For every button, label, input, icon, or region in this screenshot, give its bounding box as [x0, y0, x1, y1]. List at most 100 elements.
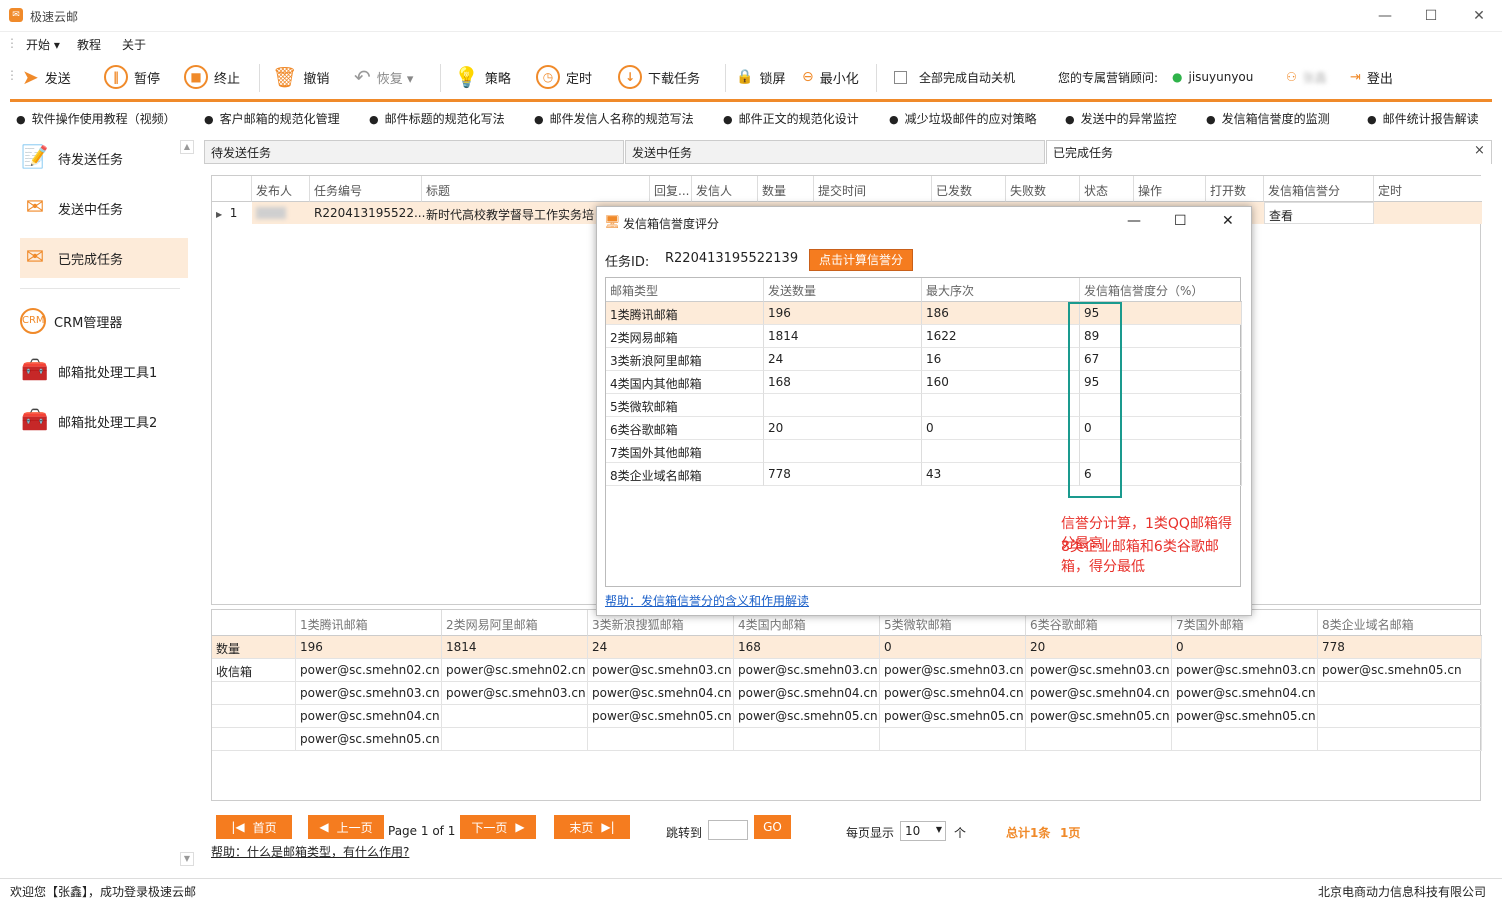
last-page-icon: ▶| [601, 820, 615, 834]
column-header[interactable]: 发布人 [252, 176, 310, 202]
toolbar-divider [440, 64, 441, 92]
column-header[interactable]: 打开数 [1206, 176, 1264, 202]
mailbox-type-cell: 7类国外其他邮箱 [606, 440, 764, 463]
advisor-wechat[interactable]: ● jisuyunyou [1172, 56, 1253, 98]
sidebar-scroll-up[interactable]: ▲ [180, 140, 194, 154]
sidebar: 📝 待发送任务 ✉ 发送中任务 ✉ 已完成任务 CRM CRM管理器 🧰 邮箱批处理工具1… [8, 138, 196, 868]
tab-sending[interactable]: 发送中任务 [625, 140, 1045, 164]
download-task-button[interactable]: ↓ 下载任务 [618, 56, 700, 98]
send-button[interactable]: ➤ 发送 [22, 56, 71, 98]
column-header [212, 176, 252, 202]
tab-pending[interactable]: 待发送任务 [204, 140, 624, 164]
stats-cell [588, 728, 734, 751]
stats-cell [734, 728, 880, 751]
reputation-cell: 160 [922, 371, 1080, 394]
sidebar-scroll-down[interactable]: ▼ [180, 852, 194, 866]
column-header[interactable]: 操作 [1134, 176, 1206, 202]
menu-about[interactable]: 关于 [122, 36, 146, 53]
column-header[interactable]: 数量 [758, 176, 814, 202]
toolbar-divider [876, 64, 877, 92]
prev-page-button[interactable]: ◀ 上一页 [308, 815, 384, 839]
view-link[interactable]: 查看 [1264, 202, 1374, 224]
user-info[interactable]: ⚇ 张鑫 [1286, 56, 1327, 98]
tab-completed[interactable]: 已完成任务 [1046, 140, 1492, 164]
close-button[interactable]: ✕ [1466, 6, 1492, 26]
reputation-cell: 0 [922, 417, 1080, 440]
minimize-button[interactable]: — [1372, 6, 1398, 26]
sidebar-item-crm[interactable]: CRM CRM管理器 [20, 301, 188, 341]
link-sender-name[interactable]: 邮件发信人名称的规范写法 [534, 110, 694, 127]
column-header: 2类网易阿里邮箱 [442, 610, 588, 636]
pause-button[interactable]: ‖ 暂停 [104, 56, 160, 98]
task-id-label: 任务ID: [605, 255, 650, 270]
link-subject-writing[interactable]: 邮件标题的规范化写法 [369, 110, 505, 127]
column-header[interactable]: 状态 [1080, 176, 1134, 202]
row-label [212, 705, 296, 728]
column-header[interactable]: 标题 [422, 176, 650, 202]
download-icon: ↓ [618, 65, 642, 89]
column-header[interactable]: 定时 [1374, 176, 1482, 202]
lock-screen-button[interactable]: 🔒 锁屏 [736, 56, 785, 98]
column-header[interactable]: 发信人 [692, 176, 758, 202]
dialog-minimize-button[interactable]: — [1127, 213, 1141, 229]
calculate-score-button[interactable]: 点击计算信誉分 [809, 249, 913, 271]
menu-start[interactable]: 开始 ▾ [26, 36, 60, 53]
per-page-select[interactable]: 10 ▼ [900, 821, 946, 841]
row-expander[interactable]: ▶ 1 [212, 202, 252, 224]
column-header[interactable]: 已发数 [932, 176, 1006, 202]
link-spam-strategy[interactable]: 减少垃圾邮件的应对策略 [889, 110, 1037, 127]
link-body-design[interactable]: 邮件正文的规范化设计 [723, 110, 859, 127]
sidebar-item-sending[interactable]: ✉ 发送中任务 [20, 188, 188, 228]
lock-icon: 🔒 [736, 69, 754, 85]
auto-shutdown-checkbox[interactable]: 全部完成自动关机 [894, 56, 1015, 98]
stats-cell [442, 705, 588, 728]
sidebar-item-tool1[interactable]: 🧰 邮箱批处理工具1 [20, 351, 188, 391]
sidebar-item-tool2[interactable]: 🧰 邮箱批处理工具2 [20, 401, 188, 441]
total-count: 总计1条 [1006, 826, 1051, 840]
reputation-cell: 1622 [922, 325, 1080, 348]
menu-tutorial[interactable]: 教程 [77, 36, 101, 53]
reputation-help-link[interactable]: 帮助：发信箱信誉分的含义和作用解读 [605, 592, 809, 609]
mailbox-type-cell: 4类国内其他邮箱 [606, 371, 764, 394]
minimize-app-button[interactable]: ⊖ 最小化 [802, 56, 859, 98]
redo-button[interactable]: ↶ 恢复 ▾ [354, 56, 413, 98]
first-page-button[interactable]: |◀ 首页 [216, 815, 292, 839]
sidebar-item-completed[interactable]: ✉ 已完成任务 [20, 238, 188, 278]
stats-cell: power@sc.smehn03.cn [734, 659, 880, 682]
mailbox-type-help-link[interactable]: 帮助：什么是邮箱类型，有什么作用? [211, 843, 409, 860]
link-mailbox-management[interactable]: 客户邮箱的规范化管理 [204, 110, 340, 127]
user-icon: ⚇ [1286, 70, 1297, 84]
sidebar-item-pending[interactable]: 📝 待发送任务 [20, 138, 188, 178]
strategy-button[interactable]: 💡 策略 [454, 56, 511, 98]
stats-cell: power@sc.smehn04.cn [734, 682, 880, 705]
go-button[interactable]: GO [754, 815, 791, 839]
tab-close-icon[interactable]: × [1474, 143, 1485, 158]
stats-cell: power@sc.smehn05.cn [1026, 705, 1172, 728]
link-statistics-report[interactable]: 邮件统计报告解读 [1367, 110, 1479, 127]
dialog-close-button[interactable]: ✕ [1222, 213, 1234, 229]
schedule-button[interactable]: ◷ 定时 [536, 56, 592, 98]
stats-cell [1318, 682, 1482, 705]
reputation-cell [922, 394, 1080, 417]
undo-button[interactable]: 🗑 撤销 [272, 56, 329, 98]
last-page-button[interactable]: 末页 ▶| [554, 815, 630, 839]
toolbar-divider [725, 64, 726, 92]
row-label: 数量 [212, 636, 296, 659]
maximize-button[interactable]: ☐ [1418, 6, 1444, 26]
column-header[interactable]: 发信箱信誉分 [1264, 176, 1374, 202]
column-header[interactable]: 回复... [650, 176, 692, 202]
jump-page-input[interactable] [708, 820, 748, 840]
stop-button[interactable]: ■ 终止 [184, 56, 240, 98]
column-header[interactable]: 提交时间 [814, 176, 932, 202]
next-page-button[interactable]: 下一页 ▶ [460, 815, 536, 839]
expand-icon: ▶ [216, 210, 223, 219]
link-sending-monitor[interactable]: 发送中的异常监控 [1065, 110, 1177, 127]
column-header[interactable]: 失败数 [1006, 176, 1080, 202]
link-tutorial-video[interactable]: 软件操作使用教程（视频） [16, 110, 176, 127]
dialog-maximize-button[interactable]: ☐ [1174, 213, 1187, 229]
link-reputation-monitor[interactable]: 发信箱信誉度的监测 [1206, 110, 1330, 127]
crm-icon: CRM [20, 308, 46, 334]
status-company: 北京电商动力信息科技有限公司 [1317, 885, 1486, 899]
column-header[interactable]: 任务编号 [310, 176, 422, 202]
logout-button[interactable]: ⇥ 登出 [1350, 56, 1393, 98]
